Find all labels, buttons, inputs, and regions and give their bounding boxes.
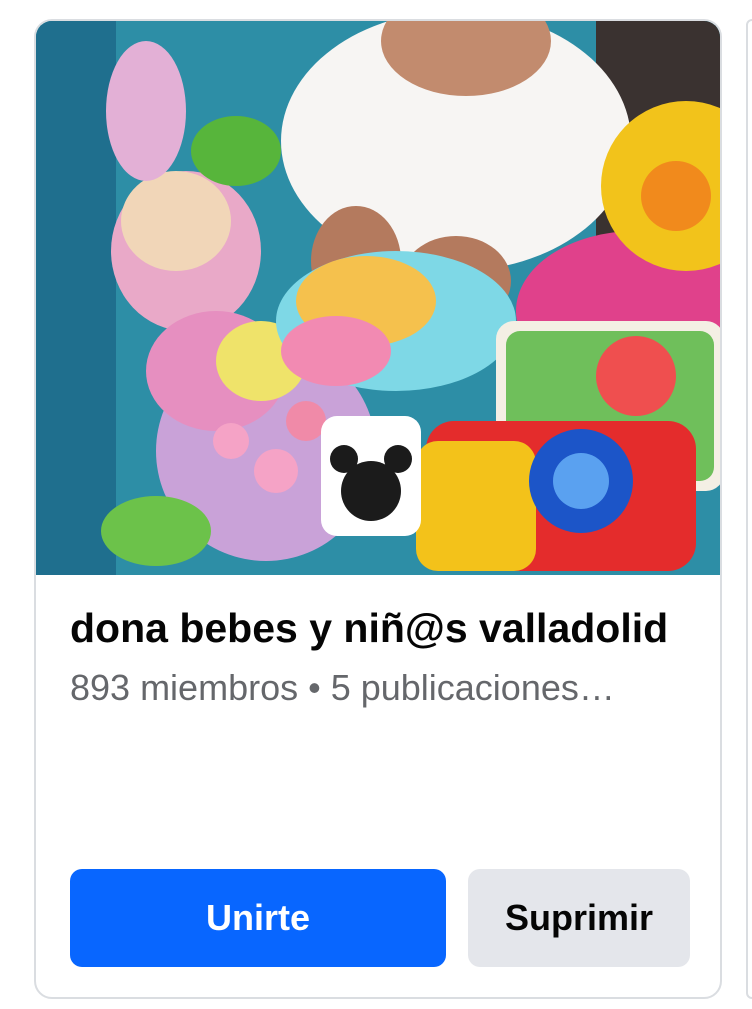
next-card-edge — [746, 19, 752, 999]
group-name[interactable]: dona bebes y niñ@s valladolid — [70, 601, 700, 655]
join-button[interactable]: Unirte — [70, 869, 446, 967]
group-cover-photo[interactable] — [36, 21, 720, 575]
remove-button[interactable]: Suprimir — [468, 869, 690, 967]
group-info: dona bebes y niñ@s valladolid 893 miembr… — [70, 601, 700, 711]
group-meta: 893 miembros • 5 publicaciones… — [70, 667, 615, 708]
group-suggestion-card[interactable]: dona bebes y niñ@s valladolid 893 miembr… — [34, 19, 722, 999]
